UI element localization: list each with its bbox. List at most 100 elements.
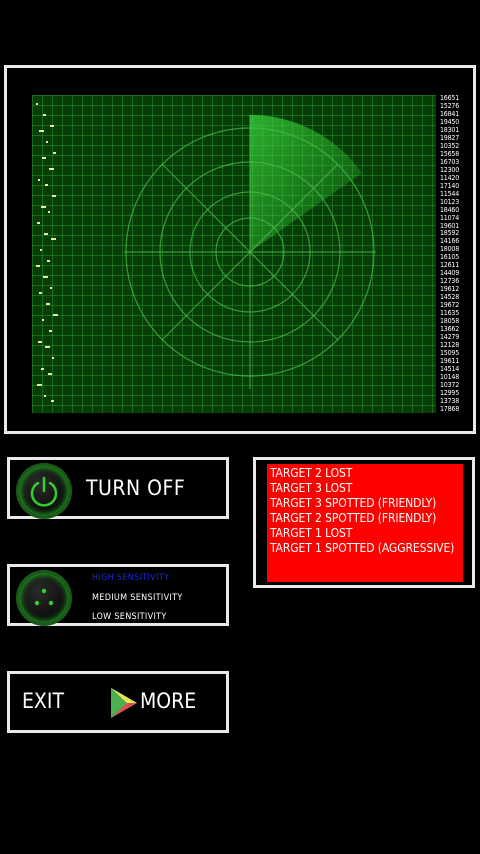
power-knob[interactable]	[19, 466, 69, 516]
radar-screen	[32, 95, 436, 413]
target-log: TARGET 2 LOST TARGET 3 LOST TARGET 3 SPO…	[267, 464, 463, 582]
readout-value: 19601	[440, 221, 460, 230]
radar-panel: 16651 15276 16841 19450 18301 19827 10352 15658…	[4, 65, 476, 434]
signal-blip	[43, 276, 48, 278]
readout-value: 18301	[440, 125, 460, 134]
readout-value: 16105	[440, 253, 460, 262]
readout-value: 19827	[440, 133, 460, 142]
log-line: TARGET 2 LOST	[270, 466, 353, 480]
readout-value: 11544	[440, 189, 460, 198]
log-line: TARGET 1 SPOTTED (AGGRESSIVE)	[270, 541, 455, 555]
signal-blip	[42, 157, 46, 159]
readout-value: 16703	[440, 157, 460, 166]
readout-value: 14279	[440, 333, 460, 342]
nav-panel: EXIT MORE	[7, 671, 229, 733]
signal-blip	[45, 184, 48, 186]
signal-blip	[46, 141, 48, 143]
signal-blip	[50, 125, 54, 127]
readout-value: 14528	[440, 293, 460, 302]
readout-value: 10352	[440, 141, 460, 150]
readout-value: 16841	[440, 109, 460, 118]
signal-blip	[53, 314, 58, 316]
signal-blip	[48, 373, 52, 375]
readout-value: 12128	[440, 341, 460, 350]
readout-value: 15095	[440, 349, 460, 357]
signal-blip	[39, 292, 42, 294]
readout-value: 11420	[440, 173, 460, 182]
readout-value: 15276	[440, 101, 460, 110]
readout-value: 17868	[440, 404, 460, 413]
target-log-panel: TARGET 2 LOST TARGET 3 LOST TARGET 3 SPO…	[253, 457, 475, 588]
sensitivity-knob[interactable]	[19, 573, 69, 623]
readout-value: 10123	[440, 197, 460, 206]
readout-value: 18592	[440, 229, 460, 238]
signal-blip	[44, 395, 46, 397]
readout-value: 10148	[440, 372, 460, 381]
signal-blip	[42, 319, 44, 321]
signal-blip	[41, 206, 46, 208]
signal-blip	[53, 152, 56, 154]
signal-blip	[52, 357, 54, 359]
signal-blip	[38, 179, 40, 181]
signal-blip	[50, 287, 52, 289]
signal-blip	[49, 330, 52, 332]
readout-value: 11635	[440, 309, 460, 318]
readout-value: 14166	[440, 237, 460, 246]
signal-blip	[37, 384, 42, 386]
readout-value: 14409	[440, 269, 460, 278]
exit-button[interactable]: EXIT	[22, 689, 64, 713]
signal-blip	[38, 341, 42, 343]
sensitivity-option-medium[interactable]: MEDIUM SENSITIVITY	[92, 593, 183, 603]
readout-value: 19672	[440, 301, 460, 310]
signal-blip	[36, 265, 40, 267]
readout-value: 18460	[440, 205, 460, 214]
signal-blip	[51, 400, 54, 402]
signal-blip	[45, 346, 50, 348]
signal-blip	[37, 222, 40, 224]
frequency-readout: 16651 15276 16841 19450 18301 19827 10352 15658…	[440, 95, 470, 413]
signal-column	[32, 95, 72, 413]
sensitivity-option-low[interactable]: LOW SENSITIVITY	[92, 612, 167, 622]
readout-value: 11074	[440, 213, 460, 222]
readout-value: 14514	[440, 364, 460, 373]
readout-value: 12736	[440, 277, 460, 286]
radar-scope	[124, 114, 376, 389]
power-icon	[30, 476, 58, 507]
signal-blip	[40, 249, 42, 251]
more-label: MORE	[140, 689, 197, 713]
signal-blip	[39, 130, 44, 132]
signal-blip	[41, 368, 44, 370]
readout-value: 18058	[440, 317, 460, 326]
signal-blip	[47, 260, 50, 262]
log-line: TARGET 3 LOST	[270, 481, 353, 495]
signal-blip	[52, 195, 56, 197]
readout-value: 15658	[440, 149, 460, 158]
signal-blip	[51, 238, 56, 240]
signal-blip	[49, 168, 54, 170]
signal-blip	[46, 303, 50, 305]
readout-value: 12300	[440, 165, 460, 174]
signal-blip	[43, 114, 46, 116]
signal-blip	[48, 211, 50, 213]
readout-value: 12611	[440, 261, 460, 270]
readout-value: 16651	[440, 94, 460, 102]
log-line: TARGET 2 SPOTTED (FRIENDLY)	[270, 511, 437, 525]
readout-value: 13738	[440, 396, 460, 405]
readout-value: 19611	[440, 356, 460, 365]
power-label: TURN OFF	[86, 476, 186, 500]
readout-value: 19450	[440, 117, 460, 126]
sensitivity-option-high[interactable]: HIGH SENSITIVITY	[92, 573, 169, 583]
sensitivity-panel: HIGH SENSITIVITY MEDIUM SENSITIVITY LOW …	[7, 564, 229, 626]
signal-blip	[36, 103, 38, 105]
play-store-icon	[111, 688, 137, 718]
log-line: TARGET 3 SPOTTED (FRIENDLY)	[270, 496, 437, 510]
readout-value: 19612	[440, 285, 460, 294]
sensitivity-dots-icon	[34, 588, 54, 606]
signal-blip	[44, 233, 48, 235]
readout-value: 12995	[440, 388, 460, 397]
readout-value: 13662	[440, 325, 460, 334]
power-toggle[interactable]: TURN OFF	[7, 457, 229, 519]
readout-value: 17140	[440, 181, 460, 190]
readout-value: 10372	[440, 380, 460, 389]
log-line: TARGET 1 LOST	[270, 526, 353, 540]
